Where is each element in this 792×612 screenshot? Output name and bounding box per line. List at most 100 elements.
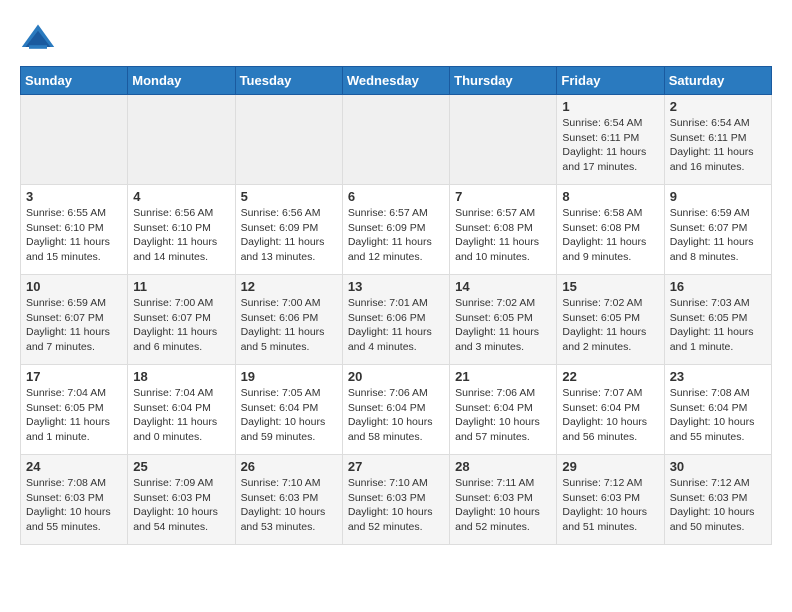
day-info: Sunrise: 7:06 AMSunset: 6:04 PMDaylight:… [348,386,444,445]
day-number: 4 [133,189,229,204]
calendar-cell: 25 Sunrise: 7:09 AMSunset: 6:03 PMDayligh… [128,455,235,545]
calendar-cell: 2 Sunrise: 6:54 AMSunset: 6:11 PMDaylight… [664,95,771,185]
day-number: 14 [455,279,551,294]
day-info: Sunrise: 6:57 AMSunset: 6:09 PMDaylight:… [348,206,444,265]
day-info: Sunrise: 6:54 AMSunset: 6:11 PMDaylight:… [562,116,658,175]
calendar-cell: 29 Sunrise: 7:12 AMSunset: 6:03 PMDayligh… [557,455,664,545]
calendar-table: SundayMondayTuesdayWednesdayThursdayFrid… [20,66,772,545]
calendar-cell: 16 Sunrise: 7:03 AMSunset: 6:05 PMDayligh… [664,275,771,365]
calendar-cell: 17 Sunrise: 7:04 AMSunset: 6:05 PMDayligh… [21,365,128,455]
header [20,20,772,56]
calendar-cell: 6 Sunrise: 6:57 AMSunset: 6:09 PMDaylight… [342,185,449,275]
day-number: 2 [670,99,766,114]
day-number: 16 [670,279,766,294]
day-info: Sunrise: 7:10 AMSunset: 6:03 PMDaylight:… [348,476,444,535]
day-info: Sunrise: 7:05 AMSunset: 6:04 PMDaylight:… [241,386,337,445]
day-info: Sunrise: 7:00 AMSunset: 6:06 PMDaylight:… [241,296,337,355]
calendar-cell [21,95,128,185]
day-info: Sunrise: 6:56 AMSunset: 6:09 PMDaylight:… [241,206,337,265]
calendar-week-row: 24Sunrise: 7:08 AMSunset: 6:03 PMDayligh… [21,455,772,545]
day-number: 30 [670,459,766,474]
day-info: Sunrise: 7:09 AMSunset: 6:03 PMDaylight:… [133,476,229,535]
header-thursday: Thursday [450,67,557,95]
day-number: 6 [348,189,444,204]
calendar-cell: 30 Sunrise: 7:12 AMSunset: 6:03 PMDayligh… [664,455,771,545]
day-info: Sunrise: 7:02 AMSunset: 6:05 PMDaylight:… [455,296,551,355]
day-number: 8 [562,189,658,204]
day-info: Sunrise: 7:07 AMSunset: 6:04 PMDaylight:… [562,386,658,445]
day-number: 17 [26,369,122,384]
day-number: 26 [241,459,337,474]
calendar-cell [450,95,557,185]
day-number: 21 [455,369,551,384]
calendar-cell: 15Sunrise: 7:02 AMSunset: 6:05 PMDayligh… [557,275,664,365]
day-info: Sunrise: 7:02 AMSunset: 6:05 PMDaylight:… [562,296,658,355]
day-number: 7 [455,189,551,204]
day-info: Sunrise: 7:10 AMSunset: 6:03 PMDaylight:… [241,476,337,535]
day-info: Sunrise: 7:04 AMSunset: 6:05 PMDaylight:… [26,386,122,445]
calendar-cell: 20 Sunrise: 7:06 AMSunset: 6:04 PMDayligh… [342,365,449,455]
day-info: Sunrise: 7:12 AMSunset: 6:03 PMDaylight:… [670,476,766,535]
calendar-cell: 26 Sunrise: 7:10 AMSunset: 6:03 PMDayligh… [235,455,342,545]
day-info: Sunrise: 7:11 AMSunset: 6:03 PMDaylight:… [455,476,551,535]
day-number: 20 [348,369,444,384]
calendar-cell: 1 Sunrise: 6:54 AMSunset: 6:11 PMDaylight… [557,95,664,185]
logo [20,20,62,56]
header-tuesday: Tuesday [235,67,342,95]
calendar-cell: 19 Sunrise: 7:05 AMSunset: 6:04 PMDayligh… [235,365,342,455]
day-number: 29 [562,459,658,474]
day-number: 23 [670,369,766,384]
calendar-cell: 4Sunrise: 6:56 AMSunset: 6:10 PMDaylight… [128,185,235,275]
calendar-cell: 18 Sunrise: 7:04 AMSunset: 6:04 PMDayligh… [128,365,235,455]
day-info: Sunrise: 6:58 AMSunset: 6:08 PMDaylight:… [562,206,658,265]
calendar-header-row: SundayMondayTuesdayWednesdayThursdayFrid… [21,67,772,95]
day-number: 25 [133,459,229,474]
calendar-cell: 14 Sunrise: 7:02 AMSunset: 6:05 PMDayligh… [450,275,557,365]
calendar-cell: 9 Sunrise: 6:59 AMSunset: 6:07 PMDaylight… [664,185,771,275]
header-sunday: Sunday [21,67,128,95]
day-info: Sunrise: 7:04 AMSunset: 6:04 PMDaylight:… [133,386,229,445]
day-number: 5 [241,189,337,204]
day-number: 12 [241,279,337,294]
calendar-cell: 7 Sunrise: 6:57 AMSunset: 6:08 PMDaylight… [450,185,557,275]
calendar-cell: 8 Sunrise: 6:58 AMSunset: 6:08 PMDaylight… [557,185,664,275]
day-number: 27 [348,459,444,474]
day-info: Sunrise: 7:06 AMSunset: 6:04 PMDaylight:… [455,386,551,445]
day-number: 9 [670,189,766,204]
day-number: 18 [133,369,229,384]
calendar-cell: 11 Sunrise: 7:00 AMSunset: 6:07 PMDayligh… [128,275,235,365]
calendar-cell [235,95,342,185]
calendar-cell: 28Sunrise: 7:11 AMSunset: 6:03 PMDayligh… [450,455,557,545]
day-info: Sunrise: 7:00 AMSunset: 6:07 PMDaylight:… [133,296,229,355]
logo-icon [20,20,56,56]
calendar-cell: 12 Sunrise: 7:00 AMSunset: 6:06 PMDayligh… [235,275,342,365]
day-number: 10 [26,279,122,294]
day-number: 22 [562,369,658,384]
day-info: Sunrise: 7:08 AMSunset: 6:03 PMDaylight:… [26,476,122,535]
day-info: Sunrise: 6:54 AMSunset: 6:11 PMDaylight:… [670,116,766,175]
calendar-week-row: 10 Sunrise: 6:59 AMSunset: 6:07 PMDayligh… [21,275,772,365]
calendar-cell: 23Sunrise: 7:08 AMSunset: 6:04 PMDayligh… [664,365,771,455]
day-number: 1 [562,99,658,114]
calendar-cell: 10 Sunrise: 6:59 AMSunset: 6:07 PMDayligh… [21,275,128,365]
calendar-cell: 24Sunrise: 7:08 AMSunset: 6:03 PMDayligh… [21,455,128,545]
day-info: Sunrise: 7:12 AMSunset: 6:03 PMDaylight:… [562,476,658,535]
day-number: 3 [26,189,122,204]
calendar-cell: 3 Sunrise: 6:55 AMSunset: 6:10 PMDaylight… [21,185,128,275]
day-info: Sunrise: 7:03 AMSunset: 6:05 PMDaylight:… [670,296,766,355]
calendar-cell [128,95,235,185]
day-info: Sunrise: 6:59 AMSunset: 6:07 PMDaylight:… [26,296,122,355]
day-number: 13 [348,279,444,294]
calendar-cell [342,95,449,185]
calendar-cell: 27 Sunrise: 7:10 AMSunset: 6:03 PMDayligh… [342,455,449,545]
day-info: Sunrise: 6:57 AMSunset: 6:08 PMDaylight:… [455,206,551,265]
calendar-cell: 21 Sunrise: 7:06 AMSunset: 6:04 PMDayligh… [450,365,557,455]
day-info: Sunrise: 7:01 AMSunset: 6:06 PMDaylight:… [348,296,444,355]
day-info: Sunrise: 6:55 AMSunset: 6:10 PMDaylight:… [26,206,122,265]
day-info: Sunrise: 6:59 AMSunset: 6:07 PMDaylight:… [670,206,766,265]
header-saturday: Saturday [664,67,771,95]
calendar-cell: 22 Sunrise: 7:07 AMSunset: 6:04 PMDayligh… [557,365,664,455]
calendar-week-row: 3 Sunrise: 6:55 AMSunset: 6:10 PMDaylight… [21,185,772,275]
day-number: 11 [133,279,229,294]
day-number: 19 [241,369,337,384]
